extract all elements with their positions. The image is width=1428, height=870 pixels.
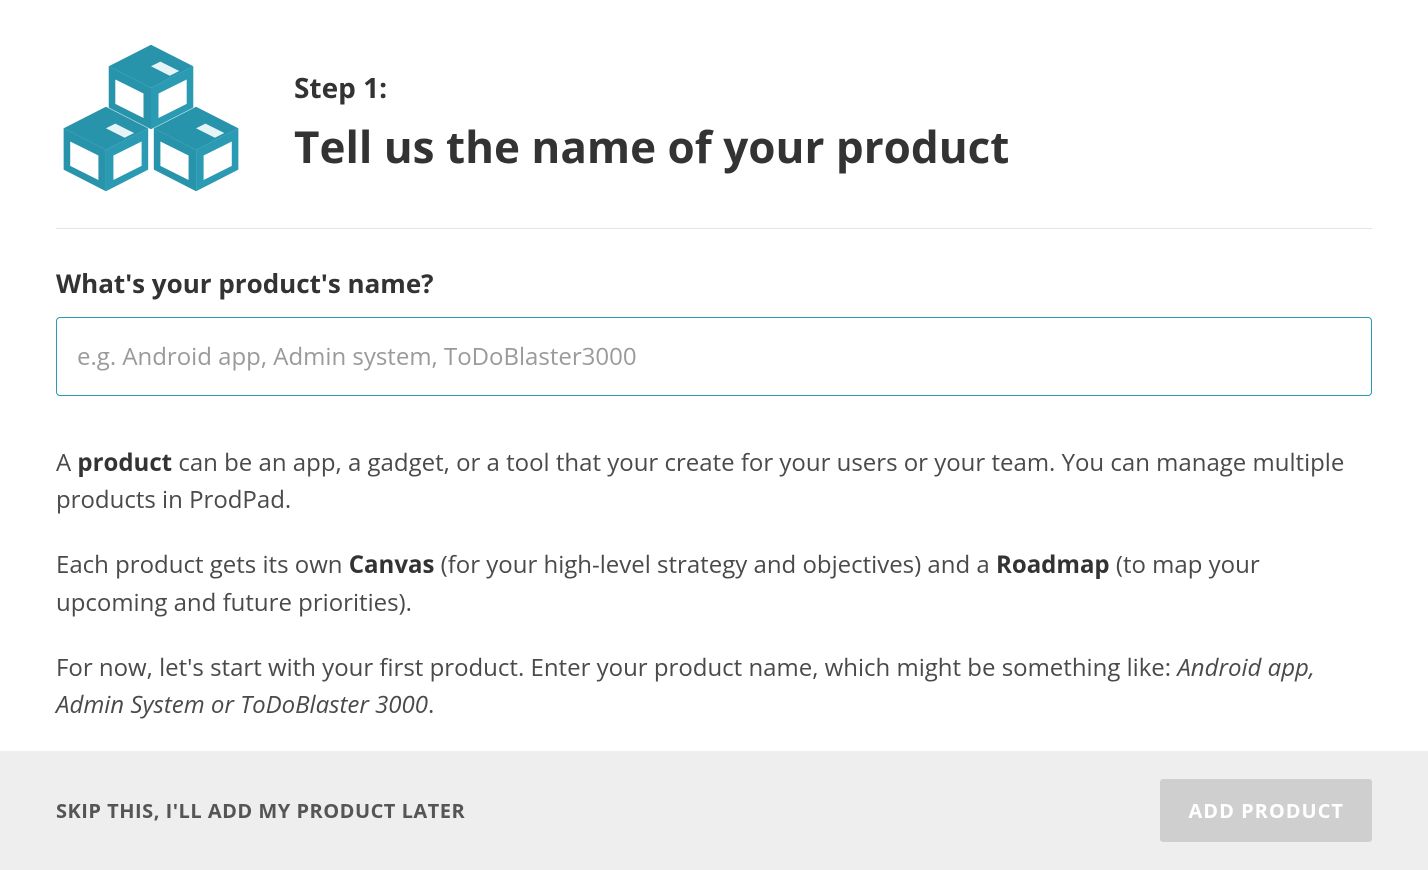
- footer-bar: SKIP THIS, I'LL ADD MY PRODUCT LATER ADD…: [0, 751, 1428, 870]
- skip-link[interactable]: SKIP THIS, I'LL ADD MY PRODUCT LATER: [56, 797, 465, 824]
- description-block: A product can be an app, a gadget, or a …: [56, 444, 1372, 723]
- product-name-field: What's your product's name?: [56, 265, 1372, 396]
- description-p1: A product can be an app, a gadget, or a …: [56, 444, 1372, 518]
- description-p3: For now, let's start with your first pro…: [56, 649, 1372, 723]
- field-label: What's your product's name?: [56, 265, 1372, 301]
- step-title: Tell us the name of your product: [294, 121, 1009, 172]
- add-product-button[interactable]: ADD PRODUCT: [1160, 779, 1372, 842]
- description-p2: Each product gets its own Canvas (for yo…: [56, 546, 1372, 620]
- cubes-icon: [56, 40, 246, 200]
- step-label: Step 1:: [294, 69, 1009, 107]
- step-header: Step 1: Tell us the name of your product: [56, 40, 1372, 229]
- product-name-input[interactable]: [56, 317, 1372, 396]
